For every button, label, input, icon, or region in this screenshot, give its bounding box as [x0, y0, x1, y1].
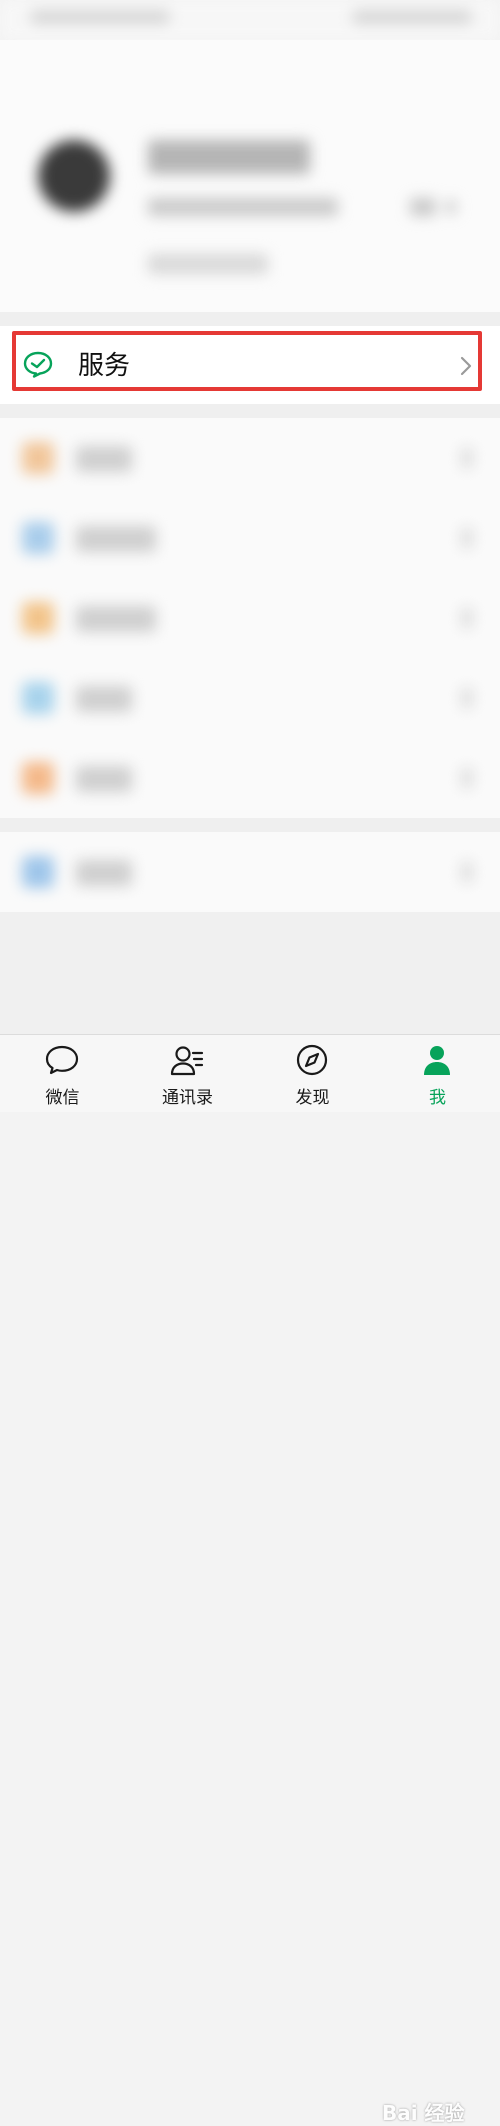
menu-item-channels[interactable]: [0, 578, 500, 658]
section-divider: [0, 312, 500, 326]
tab-chats[interactable]: 微信: [0, 1035, 125, 1112]
tab-discover[interactable]: 发现: [250, 1035, 375, 1112]
chevron-right-icon: [446, 200, 456, 214]
status-right-blur: [352, 10, 472, 24]
tab-me[interactable]: 我: [375, 1035, 500, 1112]
chevron-right-icon: [462, 768, 472, 788]
nickname-blur: [148, 140, 310, 174]
menu-item-stickers[interactable]: [0, 738, 500, 818]
menu-item-moments[interactable]: [0, 498, 500, 578]
menu-item-label-blur: [76, 446, 132, 472]
menu-item-cards[interactable]: [0, 658, 500, 738]
person-icon: [424, 1046, 450, 1075]
service-label: 服务: [78, 351, 131, 381]
menu-item-label-blur: [76, 860, 132, 886]
settings-row-inner: [0, 832, 500, 912]
chat-bubble-icon: [45, 1045, 79, 1075]
tab-contacts[interactable]: 通讯录: [125, 1035, 250, 1112]
stickers-icon: [22, 762, 54, 794]
menu-item-label-blur: [76, 686, 132, 712]
section-divider: [0, 404, 500, 418]
menu-group: [0, 418, 500, 818]
profile-header[interactable]: [0, 40, 500, 312]
favorites-icon: [22, 442, 54, 474]
tab-bar: 微信 通讯录 发现 我 Bai 经验: [0, 1034, 500, 2125]
menu-item-label-blur: [76, 766, 132, 792]
settings-icon: [22, 856, 54, 888]
qr-code-icon[interactable]: [410, 198, 436, 216]
cards-icon: [22, 682, 54, 714]
menu-item-label-blur: [76, 606, 156, 632]
wechat-id-blur: [148, 198, 338, 216]
service-icon: [23, 351, 53, 378]
moments-icon: [22, 522, 54, 554]
contacts-icon: [170, 1046, 204, 1076]
avatar[interactable]: [38, 140, 110, 212]
chevron-right-icon: [462, 448, 472, 468]
tab-label: 微信: [45, 1088, 80, 1108]
tab-label: 我: [429, 1088, 446, 1108]
tab-label: 发现: [295, 1088, 330, 1108]
menu-item-label-blur: [76, 526, 156, 552]
status-bar: [0, 0, 500, 40]
status-button-blur[interactable]: [148, 254, 268, 274]
chevron-right-icon: [462, 528, 472, 548]
chevron-right-icon: [462, 608, 472, 628]
menu-item-settings[interactable]: [0, 832, 500, 912]
watermark: Bai 经验: [382, 2101, 465, 2125]
chevron-right-icon: [462, 688, 472, 708]
compass-icon: [296, 1044, 328, 1076]
chevron-right-icon: [462, 862, 472, 882]
section-divider: [0, 818, 500, 832]
chevron-right-icon: [460, 356, 472, 376]
menu-item-favorites[interactable]: [0, 418, 500, 498]
channels-icon: [22, 602, 54, 634]
empty-area: [0, 912, 500, 1034]
status-left-blur: [30, 10, 170, 24]
tab-label: 通讯录: [162, 1088, 213, 1108]
